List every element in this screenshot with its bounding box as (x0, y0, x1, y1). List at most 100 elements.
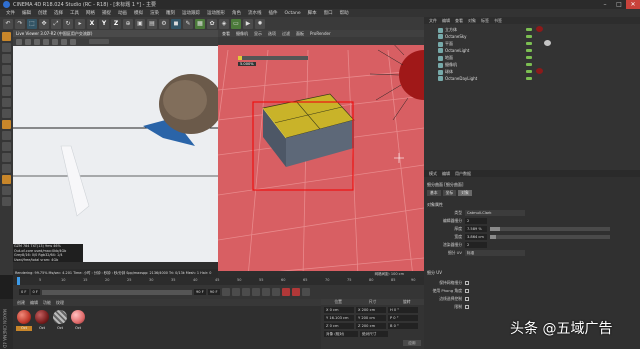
live-viewer-viewport[interactable]: Live Viewer 3.07-R2 (中国区用户交流群) Check:Str… (13, 30, 218, 277)
subtab-coord[interactable]: 坐标 (442, 190, 457, 196)
object-row[interactable]: 球体 (438, 69, 453, 75)
stop-render-icon[interactable] (43, 38, 49, 45)
subdivide-uv-select[interactable]: 标准 (465, 250, 525, 256)
render-view-icon[interactable]: ▣ (135, 18, 145, 29)
menu-item-plugins[interactable]: 插件 (269, 10, 278, 16)
material-swatch[interactable] (71, 310, 85, 324)
autokey-icon[interactable] (291, 288, 300, 296)
visibility-dots[interactable] (526, 56, 532, 59)
menu-item-tools[interactable]: 工具 (70, 10, 79, 16)
width-slider[interactable] (490, 235, 610, 239)
keyframe-selection-icon[interactable] (301, 288, 310, 296)
camera-icon[interactable]: ▶ (243, 18, 253, 29)
cube-icon[interactable]: ◼ (171, 18, 181, 29)
live-selection-icon[interactable]: ⬚ (27, 18, 37, 29)
edges-mode-icon[interactable] (2, 87, 11, 96)
checkbox[interactable] (465, 289, 469, 293)
rotation-b-field[interactable]: B 0 ° (388, 323, 418, 329)
scale-icon[interactable]: ⤢ (51, 18, 61, 29)
object-row[interactable]: OctaneSky (438, 34, 466, 39)
current-frame-field[interactable]: 0 F (30, 289, 40, 295)
apply-button[interactable]: 应用 (403, 340, 421, 346)
goto-start-icon[interactable] (221, 288, 230, 296)
previous-key-icon[interactable] (231, 288, 240, 296)
material-menu-edit[interactable]: 编辑 (30, 299, 38, 306)
checkbox[interactable] (465, 297, 469, 301)
menu-item-window[interactable]: 窗口 (324, 10, 333, 16)
menu-item-sculpt[interactable]: 雕刻 (166, 10, 175, 16)
sculpt-icon[interactable] (2, 197, 11, 206)
move-icon[interactable]: ✥ (39, 18, 49, 29)
thickness-slider[interactable] (490, 227, 610, 231)
viewport-menu-display[interactable]: 显示 (254, 30, 262, 37)
menu-item-help[interactable]: 帮助 (340, 10, 349, 16)
start-frame-field[interactable]: 0 F (19, 289, 29, 295)
paint-icon[interactable] (2, 186, 11, 195)
editor-subdivision-field[interactable]: 2 (465, 218, 487, 224)
am-menu-mode[interactable]: 模式 (429, 170, 437, 177)
render-subdivision-field[interactable]: 2 (465, 242, 487, 248)
size-y-field[interactable]: Y 200 cm (356, 315, 386, 321)
tweak-mode-icon[interactable] (2, 175, 11, 184)
menu-item-create[interactable]: 创建 (38, 10, 47, 16)
coordinate-system-icon[interactable]: ⊕ (123, 18, 133, 29)
material-swatch[interactable] (17, 310, 31, 324)
menu-item-render[interactable]: 渲染 (150, 10, 159, 16)
menu-item-mograph[interactable]: 运动图形 (207, 10, 225, 16)
viewport-menu-filter[interactable]: 过滤 (282, 30, 290, 37)
maximize-button[interactable]: □ (612, 0, 626, 9)
frame-range-slider[interactable] (42, 289, 192, 295)
material-menu-create[interactable]: 创建 (17, 299, 25, 306)
pause-render-icon[interactable] (34, 38, 40, 45)
floor-icon[interactable]: ▭ (231, 18, 241, 29)
points-mode-icon[interactable] (2, 76, 11, 85)
visibility-dots[interactable] (526, 77, 532, 80)
om-menu-tags[interactable]: 标签 (481, 17, 489, 24)
om-menu-file[interactable]: 文件 (429, 17, 437, 24)
planar-workplane-icon[interactable] (2, 142, 11, 151)
viewport-menu-panel[interactable]: 面板 (296, 30, 304, 37)
menu-item-octane[interactable]: Octane (285, 11, 301, 16)
position-z-field[interactable]: Z 0 cm (324, 323, 354, 329)
material-swatch[interactable] (53, 310, 67, 324)
size-mode-select[interactable]: 绝对尺寸 (360, 331, 388, 337)
menu-item-script[interactable]: 脚本 (308, 10, 317, 16)
menu-item-select[interactable]: 选择 (54, 10, 63, 16)
render-settings-icon[interactable]: ⚙ (159, 18, 169, 29)
locked-workplane-icon[interactable] (2, 131, 11, 140)
playhead[interactable] (17, 277, 20, 285)
rotate-icon[interactable]: ↻ (63, 18, 73, 29)
menu-item-simulate[interactable]: 模拟 (134, 10, 143, 16)
om-menu-view[interactable]: 查看 (455, 17, 463, 24)
menu-item-animate[interactable]: 动画 (118, 10, 127, 16)
menu-item-pipeline[interactable]: 流水线 (248, 10, 262, 16)
timeline-ruler[interactable]: 0 5 10 15 20 25 30 35 40 45 50 55 60 65 … (13, 277, 424, 285)
max-frame-field[interactable]: 90 F (207, 289, 220, 295)
solo-icon[interactable] (2, 164, 11, 173)
record-icon[interactable] (281, 288, 290, 296)
checkbox[interactable] (465, 281, 469, 285)
light-icon[interactable]: ✹ (255, 18, 265, 29)
axis-z-button[interactable]: Z (111, 18, 121, 29)
settings-icon[interactable] (70, 38, 76, 45)
viewport-menu-options[interactable]: 选项 (268, 30, 276, 37)
am-menu-userdata[interactable]: 用户数据 (455, 170, 471, 177)
menu-item-mesh[interactable]: 网格 (86, 10, 95, 16)
coordinate-mode-select[interactable]: 对象 (相对) (324, 331, 358, 337)
next-key-icon[interactable] (261, 288, 270, 296)
material-menu-function[interactable]: 功能 (43, 299, 51, 306)
rotation-p-field[interactable]: P 0 ° (388, 315, 418, 321)
material-tag-icon[interactable] (536, 26, 543, 32)
visibility-dots[interactable] (526, 35, 532, 38)
type-select[interactable]: Catmull-Clark (465, 210, 525, 216)
texture-mode-icon[interactable] (2, 54, 11, 63)
minimize-button[interactable]: – (598, 0, 612, 9)
om-menu-bookmarks[interactable]: 书签 (494, 17, 502, 24)
material-swatch[interactable] (35, 310, 49, 324)
subtab-basic[interactable]: 基本 (427, 190, 441, 196)
checkbox[interactable] (465, 305, 469, 309)
visibility-dots[interactable] (526, 28, 532, 31)
visibility-dots[interactable] (526, 42, 532, 45)
restart-render-icon[interactable] (25, 38, 31, 45)
object-row[interactable]: 平面 (438, 41, 453, 47)
